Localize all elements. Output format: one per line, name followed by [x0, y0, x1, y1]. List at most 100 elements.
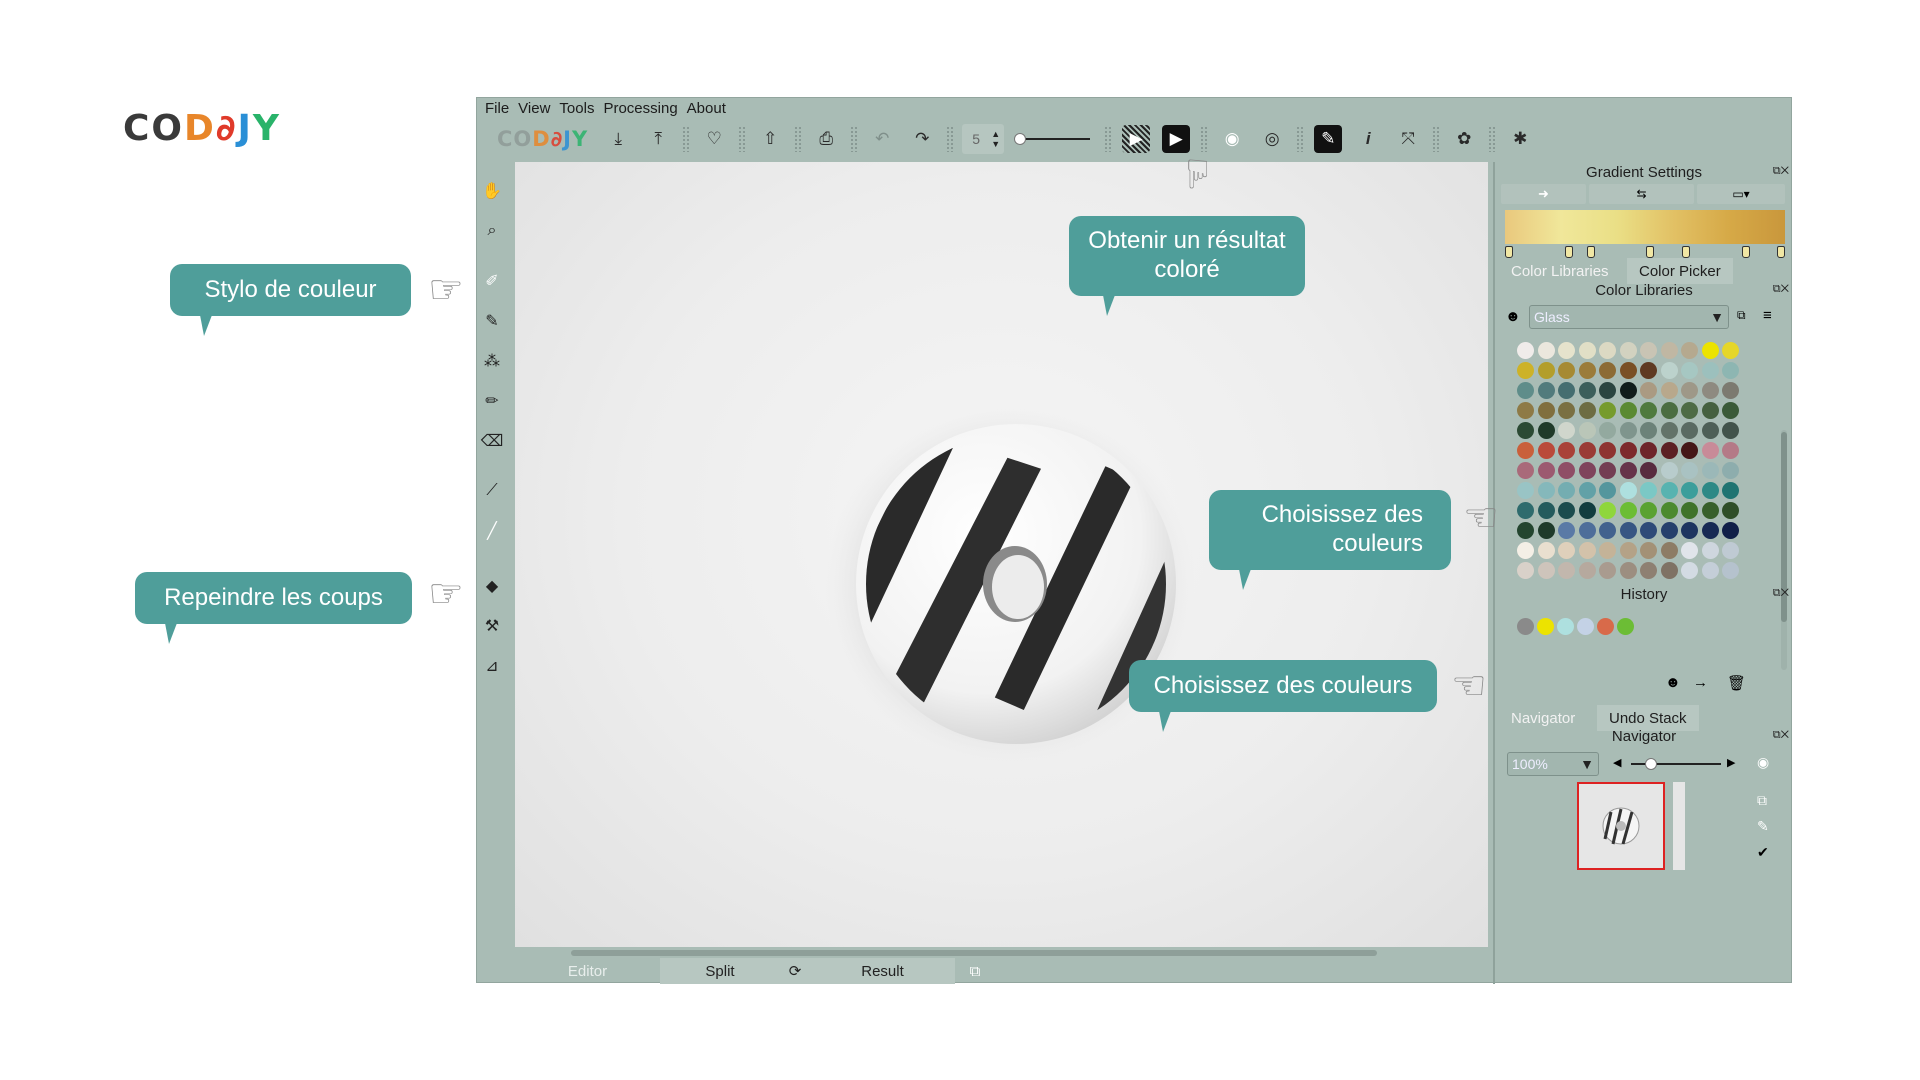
zoom-select[interactable]: 100% ▼: [1507, 752, 1599, 776]
brush-icon[interactable]: ✎: [480, 309, 504, 333]
color-swatch[interactable]: [1599, 542, 1616, 559]
color-swatch[interactable]: [1558, 562, 1575, 579]
color-swatch[interactable]: [1681, 422, 1698, 439]
menu-view[interactable]: View: [518, 100, 550, 117]
color-swatch[interactable]: [1537, 342, 1555, 359]
eye-icon[interactable]: ◉: [1218, 125, 1246, 153]
color-swatch[interactable]: [1660, 542, 1678, 559]
navigator-thumbnail[interactable]: [1577, 782, 1665, 870]
color-swatch[interactable]: [1701, 442, 1719, 459]
color-swatch[interactable]: [1599, 382, 1616, 399]
color-swatch[interactable]: [1640, 342, 1657, 359]
color-swatch[interactable]: [1660, 562, 1678, 579]
history-forward-icon[interactable]: →: [1693, 674, 1708, 691]
color-swatch[interactable]: [1640, 442, 1657, 459]
color-swatch[interactable]: [1681, 542, 1698, 559]
color-swatch[interactable]: [1578, 362, 1596, 379]
library-select[interactable]: Glass ▼: [1529, 305, 1729, 329]
color-swatch[interactable]: [1640, 462, 1657, 479]
color-swatch[interactable]: [1722, 562, 1739, 579]
color-swatch[interactable]: [1599, 562, 1616, 579]
history-swatch[interactable]: [1517, 618, 1534, 635]
menu-processing[interactable]: Processing: [603, 100, 677, 117]
run-icon[interactable]: ▶: [1162, 125, 1191, 153]
color-swatch[interactable]: [1537, 382, 1555, 399]
color-swatch[interactable]: [1640, 562, 1657, 579]
color-swatch[interactable]: [1681, 342, 1698, 359]
color-swatch[interactable]: [1517, 362, 1534, 379]
color-swatch[interactable]: [1517, 382, 1534, 399]
color-swatch[interactable]: [1681, 462, 1698, 479]
color-swatch[interactable]: [1558, 422, 1575, 439]
color-swatch[interactable]: [1578, 542, 1596, 559]
color-swatch[interactable]: [1640, 402, 1657, 419]
eye-hidden-icon[interactable]: ◎: [1258, 125, 1286, 153]
color-swatch[interactable]: [1537, 562, 1555, 579]
color-swatch[interactable]: [1619, 462, 1637, 479]
color-swatch[interactable]: [1599, 402, 1616, 419]
color-swatch[interactable]: [1578, 462, 1596, 479]
color-swatch[interactable]: [1722, 342, 1739, 359]
color-swatch[interactable]: [1722, 362, 1739, 379]
color-swatch[interactable]: [1599, 442, 1616, 459]
color-swatch[interactable]: [1722, 542, 1739, 559]
color-swatch[interactable]: [1558, 482, 1575, 499]
save-icon[interactable]: ⤒: [644, 125, 672, 153]
color-swatch[interactable]: [1701, 342, 1719, 359]
gradient-stop[interactable]: [1505, 246, 1513, 258]
color-swatch[interactable]: [1701, 362, 1719, 379]
color-swatch[interactable]: [1619, 402, 1637, 419]
color-swatch[interactable]: [1701, 402, 1719, 419]
color-swatch[interactable]: [1619, 502, 1637, 519]
color-swatch[interactable]: [1640, 422, 1657, 439]
color-swatch[interactable]: [1578, 382, 1596, 399]
color-swatch[interactable]: [1701, 522, 1719, 539]
line-icon[interactable]: ⟋: [480, 479, 504, 503]
color-swatch[interactable]: [1640, 502, 1657, 519]
color-swatch[interactable]: [1619, 542, 1637, 559]
color-swatch[interactable]: [1701, 462, 1719, 479]
bug-icon[interactable]: ✱: [1506, 125, 1534, 153]
pen-icon[interactable]: ✎: [1757, 818, 1769, 835]
color-swatch[interactable]: [1558, 442, 1575, 459]
color-swatch[interactable]: [1660, 502, 1678, 519]
color-swatch[interactable]: [1578, 562, 1596, 579]
color-swatch[interactable]: [1558, 462, 1575, 479]
history-swatch[interactable]: [1557, 618, 1574, 635]
gradient-stop[interactable]: [1741, 246, 1750, 258]
color-swatch[interactable]: [1640, 362, 1657, 379]
color-swatch[interactable]: [1619, 342, 1637, 359]
menu-tools[interactable]: Tools: [559, 100, 594, 117]
swatch-scrollbar[interactable]: [1781, 430, 1787, 670]
color-swatch[interactable]: [1558, 502, 1575, 519]
undo-icon[interactable]: ↶: [868, 125, 896, 153]
color-swatch[interactable]: [1722, 462, 1739, 479]
hand-icon[interactable]: ✋: [480, 179, 504, 203]
gradient-stop[interactable]: [1777, 246, 1785, 258]
color-swatch[interactable]: [1537, 542, 1555, 559]
color-swatch[interactable]: [1701, 422, 1719, 439]
preview-icon[interactable]: ▶: [1122, 125, 1151, 153]
library-people-icon[interactable]: ☻: [1505, 308, 1521, 325]
zoom-icon[interactable]: ⌕: [480, 219, 504, 243]
color-swatch[interactable]: [1558, 382, 1575, 399]
history-delete-icon[interactable]: 🗑︎: [1727, 674, 1746, 692]
panel-float-close-icon[interactable]: ⧉✕: [1773, 587, 1789, 600]
color-swatch[interactable]: [1660, 402, 1678, 419]
color-swatch[interactable]: [1537, 502, 1555, 519]
gradient-stop[interactable]: [1646, 246, 1655, 258]
print-icon[interactable]: ⎙: [812, 125, 840, 153]
gradient-stop[interactable]: [1681, 246, 1690, 258]
panel-float-close-icon[interactable]: ⧉✕: [1773, 283, 1789, 296]
color-swatch[interactable]: [1619, 362, 1637, 379]
compare-icon[interactable]: ⧉: [1757, 792, 1767, 809]
color-swatch[interactable]: [1558, 362, 1575, 379]
color-swatch[interactable]: [1660, 422, 1678, 439]
color-swatch[interactable]: [1558, 522, 1575, 539]
spray-icon[interactable]: ⁂: [480, 349, 504, 373]
eraser-icon[interactable]: ⌫: [480, 429, 504, 453]
color-swatch[interactable]: [1599, 482, 1616, 499]
color-swatch[interactable]: [1660, 482, 1678, 499]
swap-icon[interactable]: ⟳: [780, 958, 810, 984]
color-swatch[interactable]: [1619, 522, 1637, 539]
